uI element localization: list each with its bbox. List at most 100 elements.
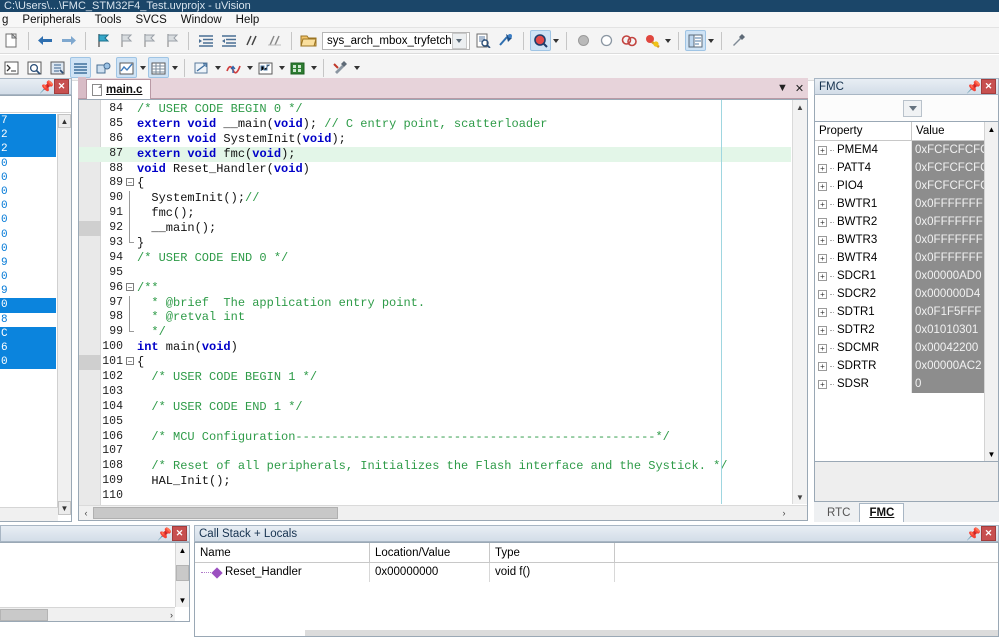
code-line[interactable]: 98 * @retval int bbox=[79, 310, 791, 325]
code-line[interactable]: 104 /* USER CODE END 1 */ bbox=[79, 400, 791, 415]
code-line[interactable]: 93} bbox=[79, 236, 791, 251]
tab-main-c[interactable]: main.c bbox=[86, 79, 151, 99]
memory-row[interactable]: 0 bbox=[0, 213, 56, 227]
left-panel-horizontal-scrollbar[interactable] bbox=[0, 507, 58, 521]
bottom-left-horizontal-scrollbar[interactable]: › bbox=[0, 607, 175, 621]
code-line[interactable]: 102 /* USER CODE BEGIN 1 */ bbox=[79, 370, 791, 385]
code-line[interactable]: 90 SystemInit();// bbox=[79, 191, 791, 206]
scroll-right-icon[interactable]: › bbox=[170, 608, 173, 622]
scroll-down-icon[interactable]: ▼ bbox=[985, 447, 998, 461]
back-arrow-icon[interactable] bbox=[35, 30, 56, 51]
expand-icon[interactable]: + bbox=[818, 200, 827, 209]
system-viewer-icon[interactable] bbox=[287, 57, 308, 78]
expand-icon[interactable]: + bbox=[818, 236, 827, 245]
menu-item-svcs[interactable]: SVCS bbox=[128, 12, 173, 28]
fmc-row[interactable]: +BWTR10x0FFFFFFF bbox=[815, 195, 998, 213]
fmc-vertical-scrollbar[interactable]: ▲ ▼ bbox=[984, 122, 998, 461]
expand-icon[interactable]: + bbox=[818, 254, 827, 263]
fmc-row[interactable]: +BWTR20x0FFFFFFF bbox=[815, 213, 998, 231]
code-line[interactable]: 97 * @brief The application entry point. bbox=[79, 296, 791, 311]
system-viewer-dropdown-icon[interactable] bbox=[309, 57, 318, 78]
close-icon[interactable]: ✕ bbox=[172, 526, 187, 541]
toolbox-icon[interactable] bbox=[330, 57, 351, 78]
trace-dropdown-icon[interactable] bbox=[277, 57, 286, 78]
scroll-up-icon[interactable]: ▲ bbox=[176, 543, 189, 557]
menu-item-window[interactable]: Window bbox=[174, 12, 229, 28]
memory-value-column[interactable]: 722000000090908C60 bbox=[0, 114, 56, 499]
bookmark-jump-icon[interactable] bbox=[496, 30, 517, 51]
memory-row[interactable]: 6 bbox=[0, 341, 56, 355]
code-line[interactable]: 105 bbox=[79, 415, 791, 430]
fmc-row[interactable]: +BWTR30x0FFFFFFF bbox=[815, 231, 998, 249]
callstack-row-name[interactable]: Reset_Handler bbox=[195, 563, 370, 582]
bookmark-toggle-icon[interactable] bbox=[92, 30, 113, 51]
comment-icon[interactable] bbox=[241, 30, 262, 51]
pin-icon[interactable]: 📌 bbox=[966, 79, 981, 94]
memory-row[interactable]: 0 bbox=[0, 228, 56, 242]
outdent-icon[interactable] bbox=[218, 30, 239, 51]
fmc-row[interactable]: +SDCMR0x00042200 bbox=[815, 339, 998, 357]
expand-icon[interactable]: + bbox=[818, 344, 827, 353]
symbols-window-icon[interactable] bbox=[47, 57, 68, 78]
menu-item-peripherals[interactable]: Peripherals bbox=[15, 12, 87, 28]
find-in-files-icon[interactable] bbox=[473, 30, 494, 51]
scroll-up-icon[interactable]: ▲ bbox=[793, 100, 807, 114]
memory-row[interactable]: 9 bbox=[0, 284, 56, 298]
new-file-icon[interactable] bbox=[1, 30, 22, 51]
close-icon[interactable]: ✕ bbox=[981, 526, 996, 541]
menu-item-help[interactable]: Help bbox=[229, 12, 267, 28]
scroll-up-icon[interactable]: ▲ bbox=[985, 122, 998, 136]
code-line[interactable]: 92 __main(); bbox=[79, 221, 791, 236]
code-line[interactable]: 96−/** bbox=[79, 281, 791, 296]
expand-icon[interactable]: + bbox=[818, 362, 827, 371]
pin-icon[interactable]: 📌 bbox=[157, 526, 172, 541]
fmc-row[interactable]: +SDSR0 bbox=[815, 375, 998, 393]
pin-icon[interactable]: 📌 bbox=[966, 526, 981, 541]
call-stack-icon[interactable] bbox=[93, 57, 114, 78]
indent-icon[interactable] bbox=[195, 30, 216, 51]
memory-row[interactable]: 2 bbox=[0, 128, 56, 142]
configure-icon[interactable] bbox=[728, 30, 749, 51]
code-line[interactable]: 94/* USER CODE END 0 */ bbox=[79, 251, 791, 266]
memory-row[interactable]: 0 bbox=[0, 270, 56, 284]
magnifier-icon[interactable] bbox=[530, 30, 551, 51]
memory-dropdown-icon[interactable] bbox=[170, 57, 179, 78]
fold-toggle-icon[interactable]: − bbox=[125, 281, 135, 296]
forward-arrow-icon[interactable] bbox=[58, 30, 79, 51]
uncomment-icon[interactable] bbox=[264, 30, 285, 51]
fmc-row[interactable]: +PATT40xFCFCFCFC bbox=[815, 159, 998, 177]
code-line[interactable]: 109 HAL_Init(); bbox=[79, 474, 791, 489]
scroll-down-icon[interactable]: ▼ bbox=[176, 593, 189, 607]
breakpoint-dropdown-icon[interactable] bbox=[664, 30, 673, 51]
magnifier-dropdown-icon[interactable] bbox=[552, 30, 561, 51]
code-line[interactable]: 87extern void fmc(void); bbox=[79, 147, 791, 162]
code-line[interactable]: 108 /* Reset of all peripherals, Initial… bbox=[79, 459, 791, 474]
memory-row[interactable]: 0 bbox=[0, 171, 56, 185]
bookmark-prev-icon[interactable] bbox=[138, 30, 159, 51]
code-line[interactable]: 103 bbox=[79, 385, 791, 400]
code-lines[interactable]: 84/* USER CODE BEGIN 0 */85extern void _… bbox=[79, 102, 791, 504]
scroll-right-icon[interactable]: › bbox=[777, 506, 791, 520]
watch-window-icon[interactable] bbox=[116, 57, 137, 78]
breakpoint-manage-icon[interactable] bbox=[642, 30, 663, 51]
trace-window-icon[interactable] bbox=[255, 57, 276, 78]
analysis-dropdown-icon[interactable] bbox=[245, 57, 254, 78]
memory-row[interactable]: 0 bbox=[0, 355, 56, 369]
serial-dropdown-icon[interactable] bbox=[213, 57, 222, 78]
close-icon[interactable]: ✕ bbox=[981, 79, 996, 94]
code-line[interactable]: 84/* USER CODE BEGIN 0 */ bbox=[79, 102, 791, 117]
editor-vertical-scrollbar[interactable]: ▲ ▼ bbox=[792, 100, 807, 504]
memory-row[interactable]: 0 bbox=[0, 298, 56, 312]
expand-icon[interactable]: + bbox=[818, 272, 827, 281]
chevron-down-icon[interactable]: ▼ bbox=[774, 78, 791, 98]
memory-row[interactable]: 2 bbox=[0, 142, 56, 156]
expand-icon[interactable]: + bbox=[818, 326, 827, 335]
close-icon[interactable]: ✕ bbox=[54, 79, 69, 94]
fmc-row[interactable]: +SDCR20x000000D4 bbox=[815, 285, 998, 303]
fmc-row[interactable]: +PMEM40xFCFCFCFC bbox=[815, 141, 998, 159]
expand-icon[interactable]: + bbox=[818, 182, 827, 191]
code-line[interactable]: 85extern void __main(void); // C entry p… bbox=[79, 117, 791, 132]
serial-window-icon[interactable] bbox=[191, 57, 212, 78]
pin-icon[interactable]: 📌 bbox=[39, 79, 54, 94]
memory-row[interactable]: 0 bbox=[0, 242, 56, 256]
